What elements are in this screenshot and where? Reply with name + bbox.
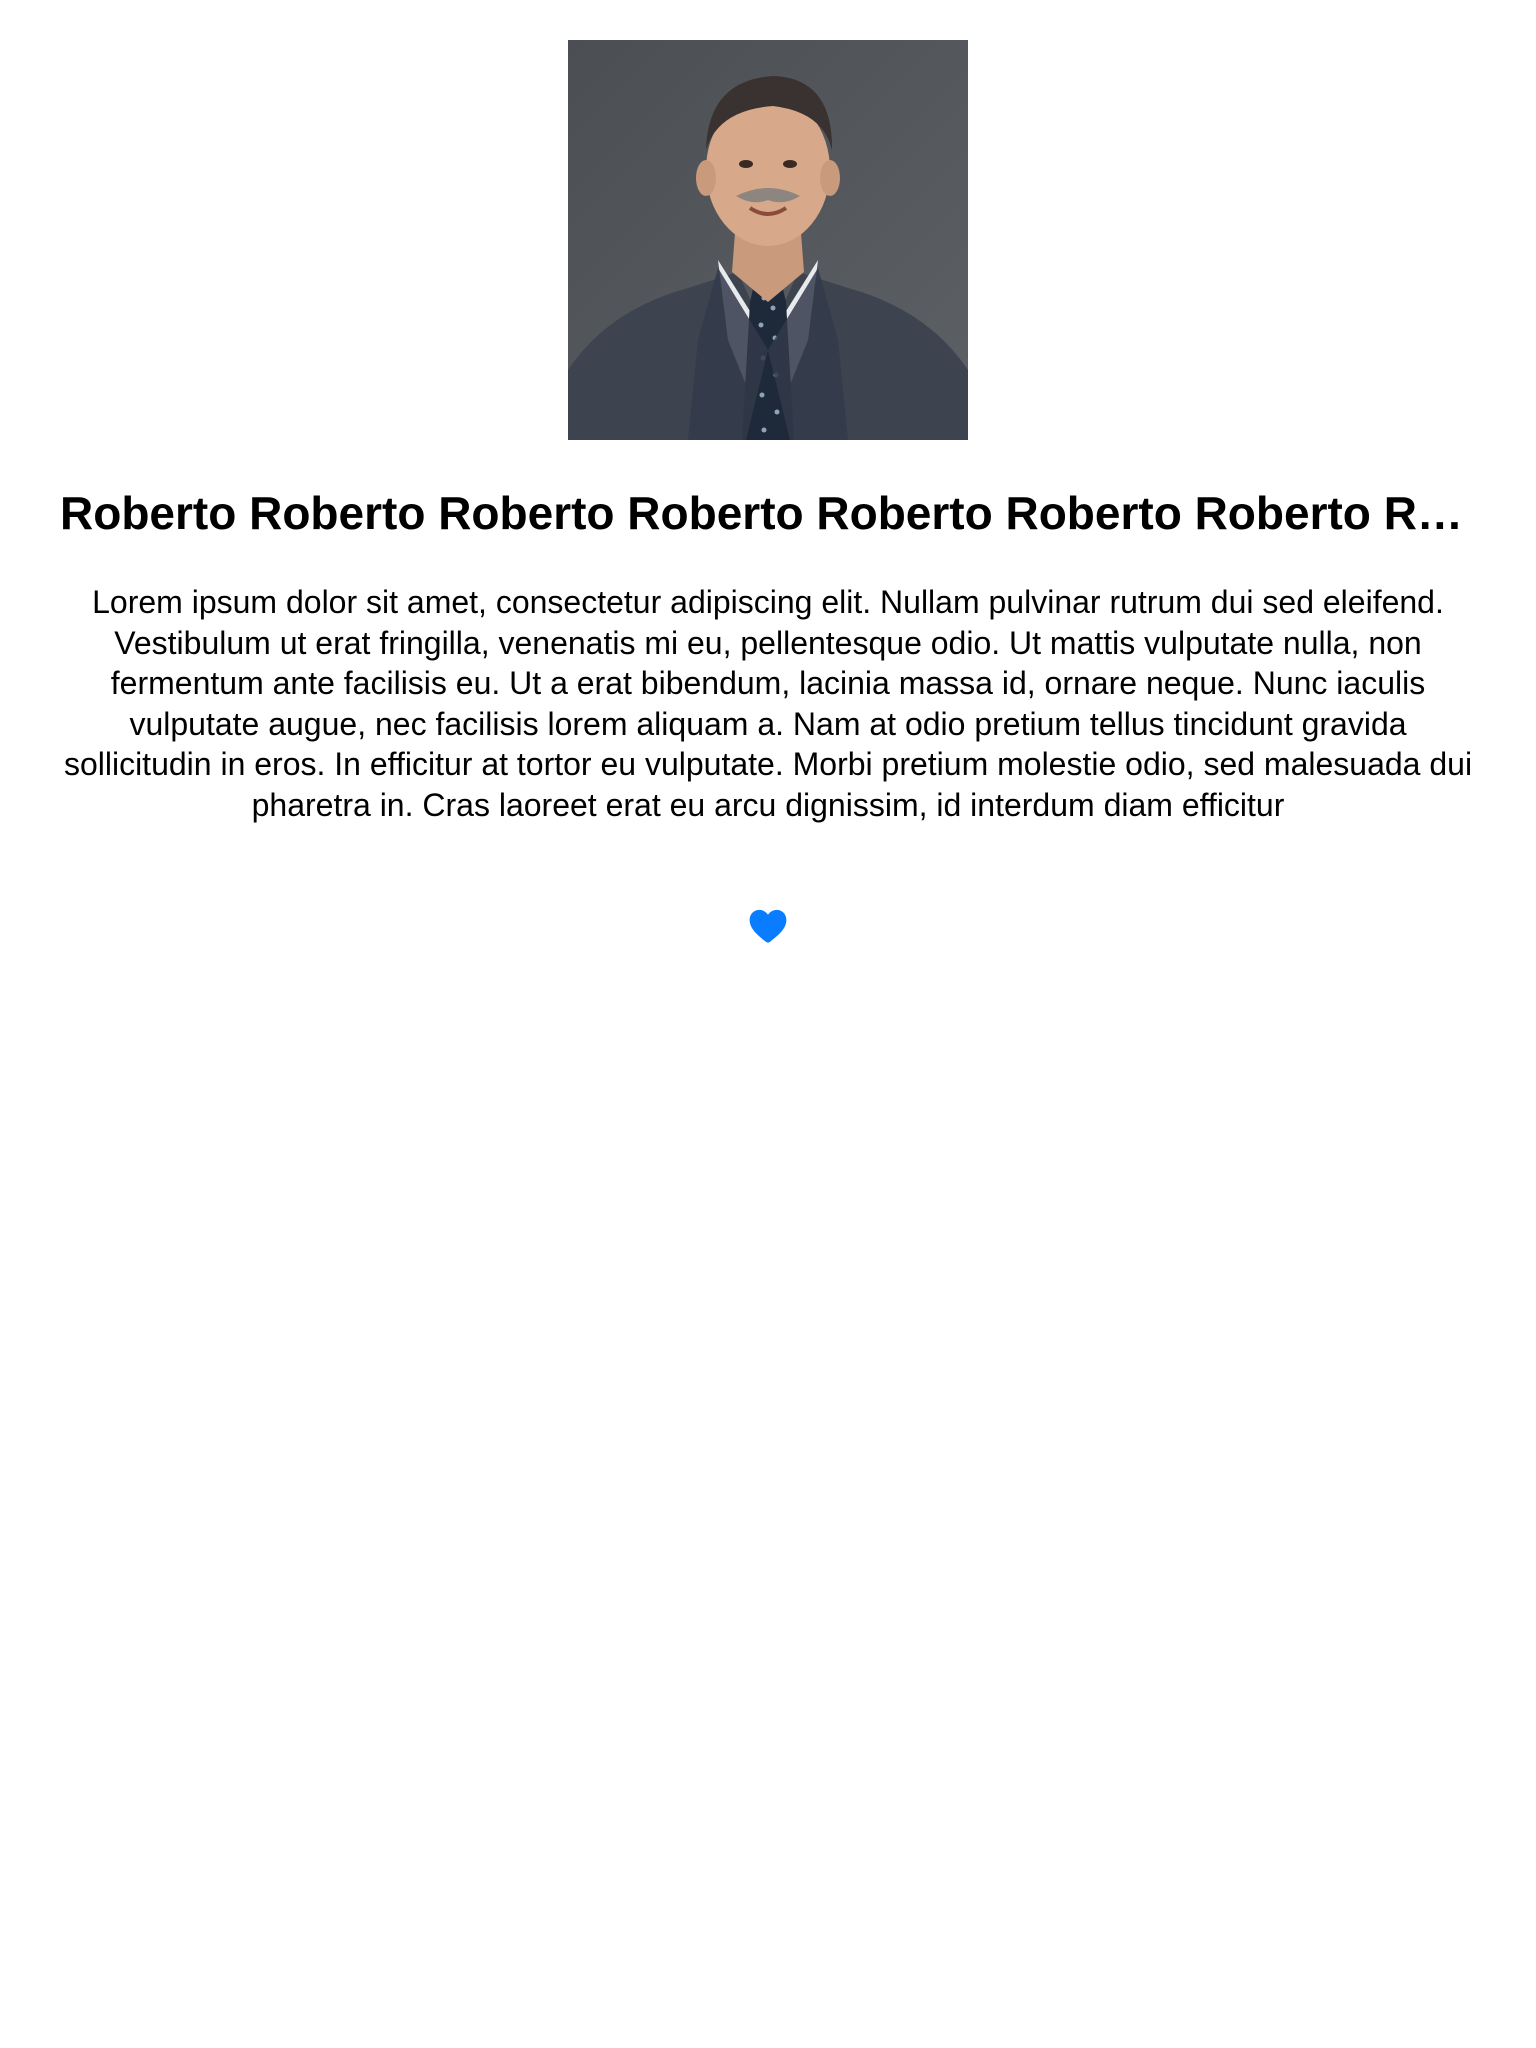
- profile-bio: Lorem ipsum dolor sit amet, consectetur …: [63, 584, 1473, 823]
- heart-icon-glyph: [749, 909, 787, 943]
- profile-photo: [568, 40, 968, 440]
- heart-icon[interactable]: [747, 905, 789, 947]
- profile-photo-image: [568, 40, 968, 440]
- profile-name: Roberto Roberto Roberto Roberto Roberto …: [60, 487, 1476, 539]
- profile-page: Roberto Roberto Roberto Roberto Roberto …: [0, 0, 1536, 2048]
- heart-path: [749, 909, 787, 943]
